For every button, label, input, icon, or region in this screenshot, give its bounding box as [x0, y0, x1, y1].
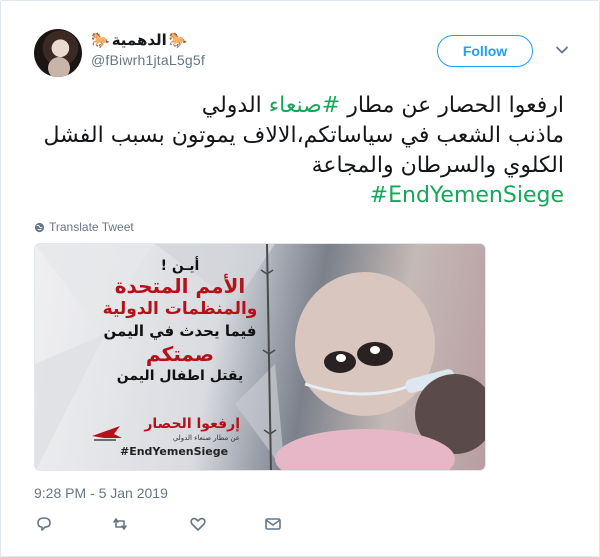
hashtag-sanaa[interactable]: #صنعاء	[269, 93, 340, 118]
image-text-5: صمتكم	[145, 342, 215, 366]
tweet-header: 🐎 الدهمية 🐎 @fBiwrh1jtaL5g5f Follow	[34, 29, 569, 79]
logo-hashtag: #EndYemenSiege	[120, 445, 229, 458]
tweet-line-1: ارفعوا الحصار عن مطار #صنعاء الدولي	[34, 91, 564, 121]
message-icon[interactable]	[263, 514, 283, 534]
tweet-line-1-text-a: ارفعوا الحصار عن مطار	[340, 93, 564, 118]
campaign-logo: إرفعوا الحصار عن مطار صنعاء الدولي #EndY…	[90, 416, 250, 466]
display-name-text: الدهمية	[111, 32, 167, 49]
tweet-timestamp[interactable]: 9:28 PM - 5 Jan 2019	[34, 485, 168, 501]
image-caption: أيـن ! الأمم المتحدة والمنظمات الدولية ف…	[75, 258, 285, 386]
tweet-line-3: الكلوي والسرطان والمجاعة	[311, 153, 564, 178]
display-name[interactable]: 🐎 الدهمية 🐎	[91, 31, 205, 49]
horse-emoji-icon: 🐎	[91, 32, 110, 49]
tweet-text: ارفعوا الحصار عن مطار #صنعاء الدولي ماذن…	[34, 91, 565, 211]
globe-icon	[34, 222, 45, 232]
avatar[interactable]	[34, 29, 82, 77]
tweet-line-2: ماذنب الشعب في سياساتكم،الالاف يموتون بس…	[43, 123, 565, 148]
image-text-6: يقتل اطفال اليمن	[116, 368, 244, 384]
follow-button[interactable]: Follow	[437, 35, 533, 67]
reply-icon[interactable]	[34, 514, 54, 534]
image-text-1: أيـن !	[160, 258, 200, 274]
image-text-4: فيما يحدث في اليمن	[103, 322, 257, 340]
translate-label: Translate Tweet	[49, 220, 134, 234]
horse-emoji-icon: 🐎	[168, 32, 188, 49]
airplane-icon	[92, 426, 122, 441]
translate-tweet-link[interactable]: Translate Tweet	[34, 220, 134, 234]
tweet-line-1-text-b: الدولي	[201, 93, 269, 118]
chevron-down-icon[interactable]	[555, 43, 569, 57]
logo-title: إرفعوا الحصار	[144, 416, 240, 432]
logo-subtitle: عن مطار صنعاء الدولي	[172, 434, 240, 442]
hashtag-end-yemen-siege[interactable]: #EndYemenSiege	[34, 181, 564, 211]
user-handle[interactable]: @fBiwrh1jtaL5g5f	[91, 52, 205, 68]
heart-icon[interactable]	[188, 514, 208, 534]
tweet-card: 🐎 الدهمية 🐎 @fBiwrh1jtaL5g5f Follow ارفع…	[0, 0, 600, 557]
retweet-icon[interactable]	[110, 514, 130, 534]
image-text-2: الأمم المتحدة	[114, 274, 246, 298]
tweet-image[interactable]: أيـن ! الأمم المتحدة والمنظمات الدولية ف…	[34, 243, 486, 471]
image-text-3: والمنظمات الدولية	[102, 299, 258, 319]
user-names: 🐎 الدهمية 🐎 @fBiwrh1jtaL5g5f	[91, 31, 205, 68]
